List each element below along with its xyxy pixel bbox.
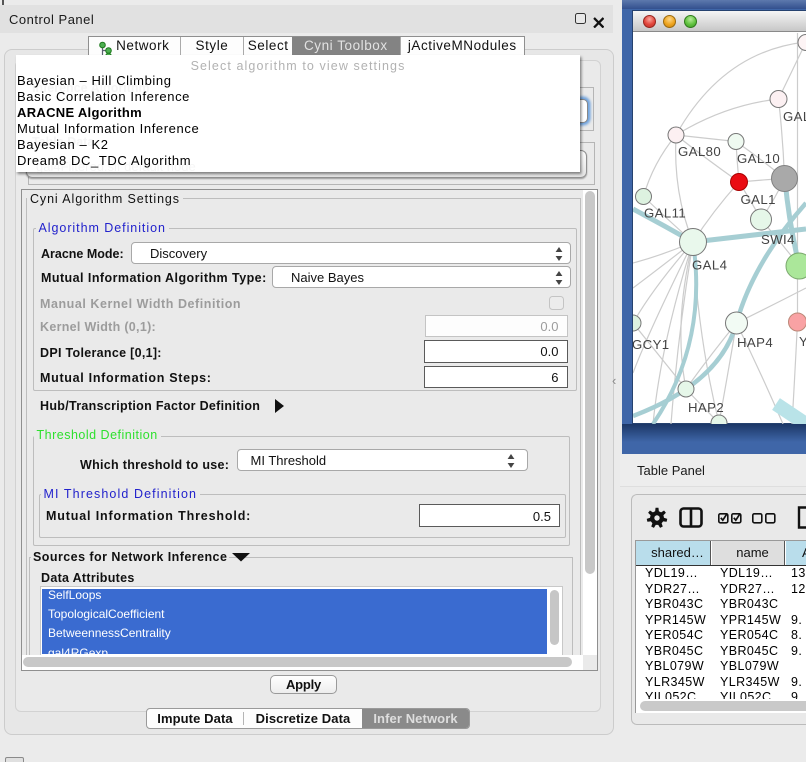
svg-text:GAL11: GAL11 bbox=[644, 206, 686, 221]
svg-text:SWI4: SWI4 bbox=[761, 232, 795, 247]
svg-text:HAP4: HAP4 bbox=[737, 335, 773, 350]
svg-text:GAL10: GAL10 bbox=[737, 151, 780, 166]
svg-text:GAL80: GAL80 bbox=[678, 144, 721, 159]
svg-text:GAL1: GAL1 bbox=[741, 192, 776, 207]
svg-text:HAP2: HAP2 bbox=[688, 400, 724, 415]
svg-text:GAL7: GAL7 bbox=[783, 109, 806, 124]
svg-text:Y: Y bbox=[799, 334, 806, 349]
svg-text:GAL4: GAL4 bbox=[692, 258, 727, 273]
svg-text:GCY1: GCY1 bbox=[633, 337, 670, 352]
